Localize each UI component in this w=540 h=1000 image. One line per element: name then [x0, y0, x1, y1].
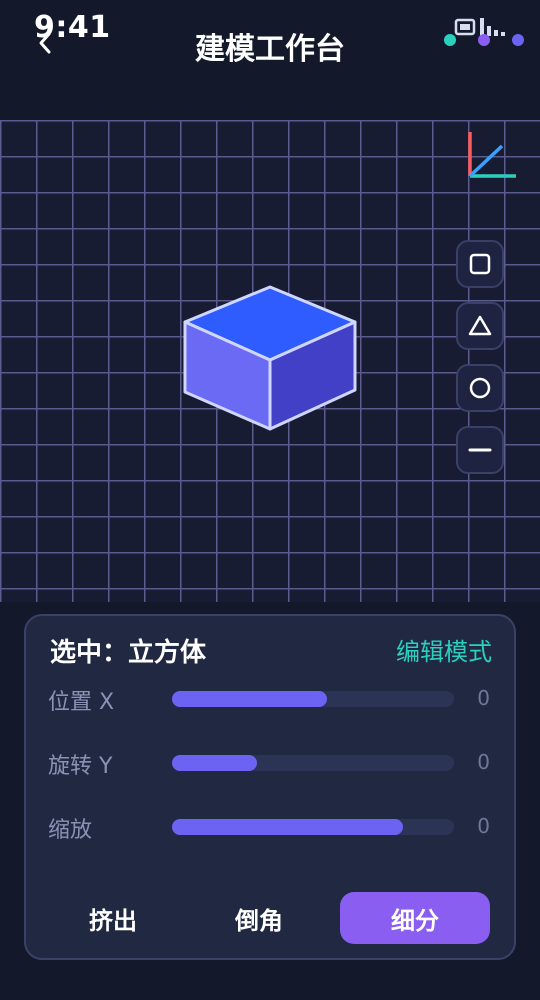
extrude-button[interactable]: 挤出: [38, 892, 188, 944]
minus-icon: [468, 448, 492, 452]
position-x-slider[interactable]: [172, 691, 454, 707]
modeling-viewport[interactable]: [0, 120, 540, 602]
subdivide-button[interactable]: 细分: [340, 892, 490, 944]
param-label: 缩放: [48, 818, 93, 843]
param-value: 0: [477, 686, 490, 710]
triangle-icon: [468, 315, 492, 336]
param-value: 0: [477, 750, 490, 774]
axis-gizmo-icon: [468, 132, 516, 178]
more-dots-icon[interactable]: [436, 30, 526, 50]
param-row-scale: 缩放 0: [48, 812, 498, 843]
bevel-button[interactable]: 倒角: [184, 892, 334, 944]
param-label: 旋转 Y: [48, 754, 113, 779]
square-icon: [469, 253, 491, 275]
param-row-position-x: 位置 X 0: [48, 684, 498, 715]
param-value: 0: [477, 814, 490, 838]
rotation-y-slider[interactable]: [172, 755, 454, 771]
circle-icon: [469, 377, 491, 399]
slider-fill: [172, 691, 328, 707]
tool-sphere-button[interactable]: [456, 364, 504, 412]
param-row-rotation-y: 旋转 Y 0: [48, 748, 498, 779]
tool-cone-button[interactable]: [456, 302, 504, 350]
cube-object[interactable]: [180, 282, 360, 432]
edit-mode-toggle[interactable]: 编辑模式: [396, 632, 492, 667]
selection-label: 选中：立方体: [50, 638, 207, 668]
param-label: 位置 X: [48, 690, 115, 715]
properties-panel: 选中：立方体 编辑模式 位置 X 0 旋转 Y 0 缩放 0 挤出 倒角 细分: [24, 614, 516, 960]
tool-cube-button[interactable]: [456, 240, 504, 288]
slider-fill: [172, 755, 257, 771]
primitive-toolbar: [456, 240, 504, 488]
slider-fill: [172, 819, 404, 835]
tool-plane-button[interactable]: [456, 426, 504, 474]
scale-slider[interactable]: [172, 819, 454, 835]
